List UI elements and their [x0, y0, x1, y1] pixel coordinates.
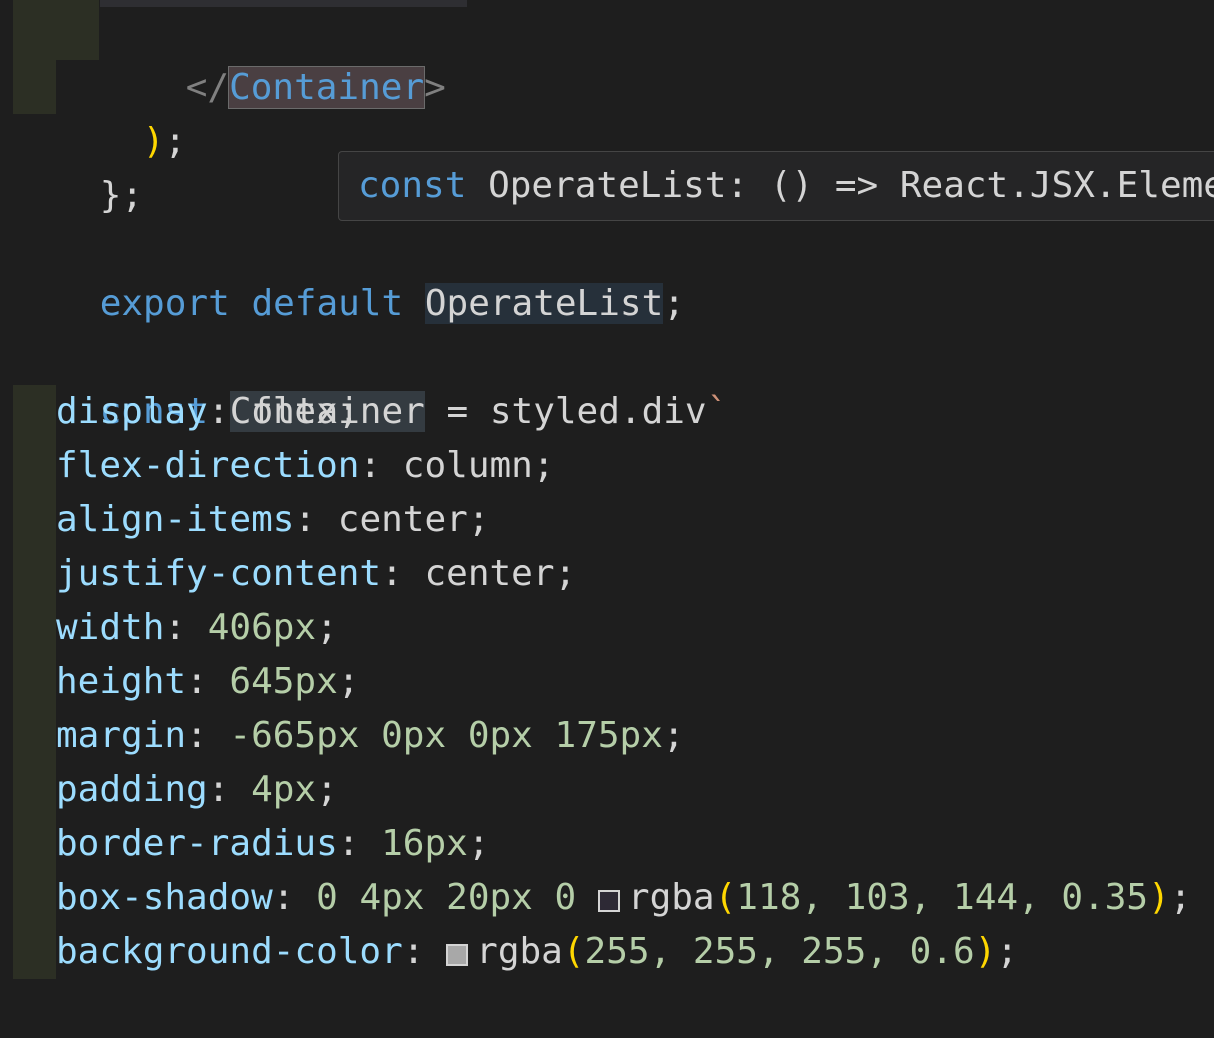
- css-line[interactable]: height: 645px;: [56, 655, 359, 709]
- tag-name: Container: [229, 67, 425, 108]
- keyword: default: [251, 283, 404, 324]
- keyword: export: [99, 283, 230, 324]
- css-value: column: [402, 445, 533, 486]
- css-value: 645px: [229, 661, 338, 702]
- css-value: center: [337, 499, 468, 540]
- css-value: 16px: [381, 823, 468, 864]
- css-property: align-items: [56, 499, 295, 540]
- code-line[interactable]: };: [13, 115, 143, 216]
- punctuation: ;: [663, 283, 685, 324]
- css-property: width: [56, 607, 165, 648]
- css-line[interactable]: box-shadow: 0 4px 20px 0 rgba(118, 103, …: [56, 871, 1191, 925]
- css-property: margin: [56, 715, 187, 756]
- css-line[interactable]: margin: -665px 0px 0px 175px;: [56, 709, 685, 763]
- css-property: border-radius: [56, 823, 338, 864]
- color-swatch[interactable]: [446, 944, 469, 966]
- css-args: 255, 255, 255, 0.6: [584, 931, 975, 972]
- bracket: ): [142, 121, 165, 162]
- highlighted-tag-name: Container: [228, 66, 426, 109]
- css-property: box-shadow: [56, 877, 273, 918]
- css-value: 4px: [251, 769, 317, 810]
- tooltip-signature: OperateList: () => React.JSX.Element: [488, 165, 1214, 206]
- code-line[interactable]: export default OperateList;: [13, 223, 685, 324]
- css-property: height: [56, 661, 187, 702]
- code-line[interactable]: `;: [13, 979, 143, 1033]
- punctuation: };: [99, 175, 144, 216]
- css-property: justify-content: [56, 553, 382, 594]
- indent-guide: [13, 0, 56, 114]
- css-line[interactable]: padding: 4px;: [56, 763, 338, 817]
- punctuation: ;: [164, 121, 187, 162]
- css-property: display: [56, 391, 208, 432]
- code-line[interactable]: const Container = styled.div`: [13, 331, 728, 432]
- code-line[interactable]: );: [56, 61, 186, 162]
- code-editor[interactable]: </Container> ); }; export default Operat…: [0, 0, 1214, 1038]
- css-property: flex-direction: [56, 445, 360, 486]
- tag-bracket: </: [185, 67, 230, 108]
- code-text: = styled.div: [424, 391, 707, 432]
- css-value: 0 4px 20px 0: [316, 877, 577, 918]
- css-function: rgba: [476, 931, 563, 972]
- css-value: -665px 0px 0px 175px: [229, 715, 663, 756]
- code-line[interactable]: </Container>: [99, 7, 446, 109]
- color-swatch[interactable]: [597, 890, 620, 912]
- css-value: flex: [251, 391, 338, 432]
- tag-bracket: >: [424, 67, 446, 108]
- css-args: 118, 103, 144, 0.35: [736, 877, 1149, 918]
- hover-tooltip: const OperateList: () => React.JSX.Eleme…: [338, 151, 1214, 221]
- hovered-identifier[interactable]: OperateList: [424, 283, 664, 324]
- css-line[interactable]: border-radius: 16px;: [56, 817, 490, 871]
- css-property: padding: [56, 769, 208, 810]
- template-backtick: `: [706, 391, 729, 432]
- css-line[interactable]: width: 406px;: [56, 601, 338, 655]
- css-value: 406px: [207, 607, 317, 648]
- css-line[interactable]: display: flex;: [56, 385, 359, 439]
- css-line[interactable]: align-items: center;: [56, 493, 490, 547]
- css-line[interactable]: justify-content: center;: [56, 547, 576, 601]
- css-line[interactable]: flex-direction: column;: [56, 439, 555, 493]
- css-value: center: [424, 553, 555, 594]
- css-line[interactable]: background-color: rgba(255, 255, 255, 0.…: [56, 925, 1018, 979]
- indent-guide: [56, 0, 99, 60]
- previous-line-fragment: [100, 0, 467, 7]
- tooltip-keyword: const: [358, 165, 467, 206]
- css-property: background-color: [56, 931, 403, 972]
- css-function: rgba: [627, 877, 715, 918]
- identifier: OperateList: [424, 283, 664, 324]
